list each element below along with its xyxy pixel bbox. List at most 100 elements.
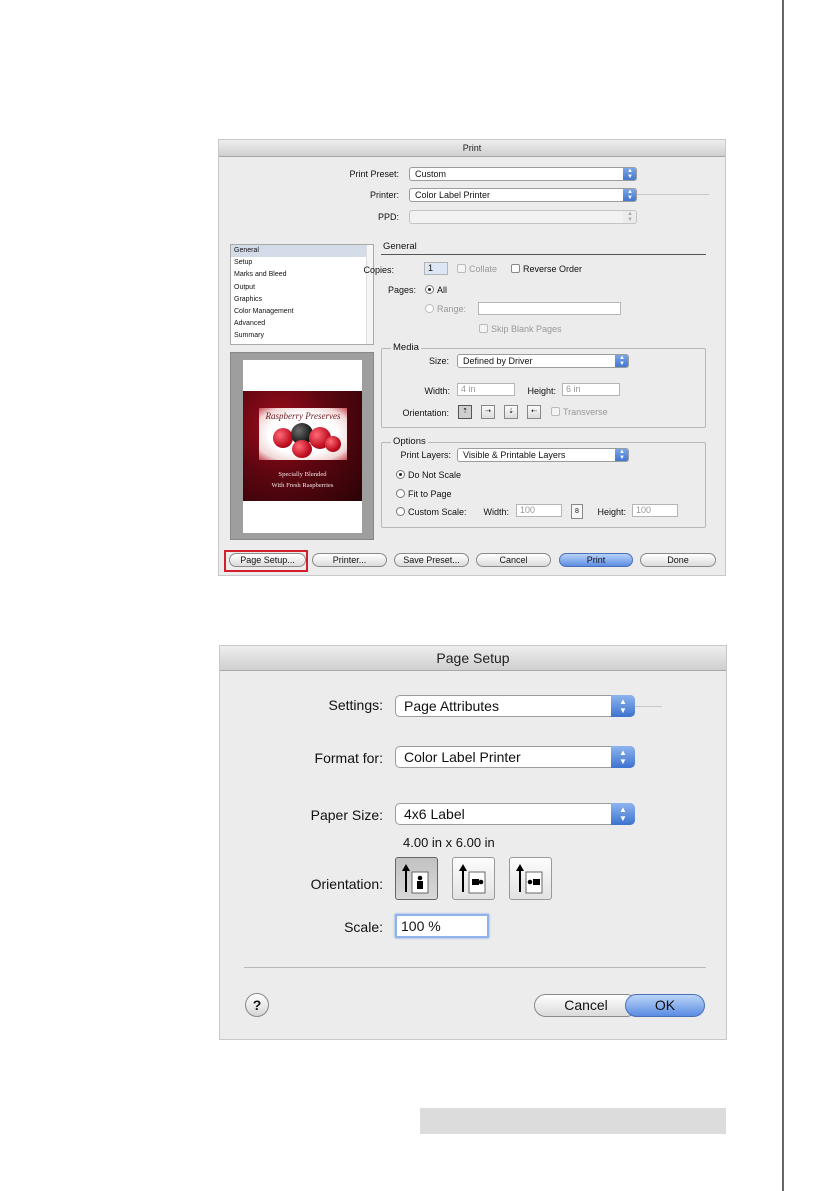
paper-size-popup[interactable]: 4x6 Label ▲ ▼ bbox=[395, 803, 635, 825]
scale-width-field[interactable]: 100 bbox=[516, 504, 562, 517]
print-dialog-title: Print bbox=[219, 140, 725, 157]
label-tagline-1: Specially Blended bbox=[278, 471, 327, 478]
options-section-title: Options bbox=[391, 436, 428, 447]
popup-arrows-icon: ▲ ▼ bbox=[623, 168, 636, 180]
pages-all-label: All bbox=[437, 285, 448, 295]
landscape-orientation-icon bbox=[459, 864, 486, 894]
copies-label: Copies: bbox=[363, 265, 394, 275]
settings-popup[interactable]: Page Attributes ▲ ▼ bbox=[395, 695, 635, 717]
popup-arrows-icon: ▲ ▼ bbox=[611, 746, 635, 768]
printer-popup[interactable]: Color Label Printer ▲ ▼ bbox=[409, 188, 637, 202]
print-preset-label: Print Preset: bbox=[349, 169, 399, 179]
media-width-field[interactable]: 4 in bbox=[457, 383, 515, 396]
print-layers-value: Visible & Printable Layers bbox=[463, 450, 566, 460]
print-preset-popup[interactable]: Custom ▲ ▼ bbox=[409, 167, 637, 181]
collate-checkbox[interactable]: Collate bbox=[457, 264, 497, 274]
media-orientation-label: Orientation: bbox=[402, 408, 449, 418]
settings-label: Settings: bbox=[328, 697, 383, 713]
help-button[interactable]: ? bbox=[245, 993, 269, 1017]
format-for-value: Color Label Printer bbox=[404, 749, 521, 765]
do-not-scale-radio[interactable]: Do Not Scale bbox=[396, 470, 461, 480]
printer-value: Color Label Printer bbox=[415, 190, 491, 200]
media-height-field[interactable]: 6 in bbox=[562, 383, 620, 396]
popup-arrows-icon: ▲ ▼ bbox=[623, 211, 636, 223]
label-script-text: Raspberry Preserves bbox=[265, 411, 341, 421]
landscape-orientation-button[interactable] bbox=[452, 857, 495, 900]
sidebar-item-graphics[interactable]: Graphics bbox=[231, 294, 373, 306]
pages-range-field[interactable] bbox=[478, 302, 621, 315]
print-layers-popup[interactable]: Visible & Printable Layers ▲ ▼ bbox=[457, 448, 629, 462]
radio-icon bbox=[425, 304, 434, 313]
reverse-landscape-orientation-icon[interactable]: ⇠ bbox=[527, 405, 541, 419]
portrait-orientation-icon bbox=[402, 864, 429, 894]
popup-arrows-icon: ▲ ▼ bbox=[623, 189, 636, 201]
printer-button[interactable]: Printer... bbox=[312, 553, 387, 567]
pages-all-radio[interactable]: All bbox=[425, 285, 447, 295]
sidebar-item-general[interactable]: General bbox=[231, 245, 373, 258]
cancel-button[interactable]: Cancel bbox=[476, 553, 551, 567]
ppd-popup[interactable]: ▲ ▼ bbox=[409, 210, 637, 224]
transverse-checkbox[interactable]: Transverse bbox=[551, 407, 608, 417]
portrait-orientation-button[interactable] bbox=[395, 857, 438, 900]
sidebar-item-color-management[interactable]: Color Management bbox=[231, 306, 373, 318]
pages-label: Pages: bbox=[387, 285, 416, 295]
page-setup-button[interactable]: Page Setup... bbox=[229, 553, 306, 567]
media-section-title: Media bbox=[391, 342, 421, 353]
scale-field[interactable]: 100 % bbox=[395, 914, 489, 938]
reverse-portrait-orientation-icon[interactable]: ⇣ bbox=[504, 405, 518, 419]
skip-blank-pages-checkbox[interactable]: Skip Blank Pages bbox=[479, 324, 562, 334]
settings-value: Page Attributes bbox=[404, 698, 499, 714]
scale-width-label: Width: bbox=[483, 507, 509, 517]
page-setup-dialog: Page Setup Settings: Page Attributes ▲ ▼ … bbox=[219, 645, 727, 1040]
printer-leader-line bbox=[637, 194, 709, 195]
save-preset-button[interactable]: Save Preset... bbox=[394, 553, 469, 567]
fit-to-page-radio[interactable]: Fit to Page bbox=[396, 489, 452, 499]
raspberry-image bbox=[325, 436, 341, 452]
custom-scale-label: Custom Scale: bbox=[408, 507, 467, 517]
radio-icon bbox=[396, 470, 405, 479]
landscape-orientation-icon[interactable]: ⇢ bbox=[481, 405, 495, 419]
portrait-orientation-icon[interactable]: ⇡ bbox=[458, 405, 472, 419]
cancel-button[interactable]: Cancel bbox=[534, 994, 638, 1017]
pages-range-radio[interactable]: Range: bbox=[425, 304, 466, 314]
format-for-label: Format for: bbox=[314, 750, 383, 766]
general-section-title: General bbox=[383, 241, 417, 252]
ok-button[interactable]: OK bbox=[625, 994, 705, 1017]
popup-arrows-icon: ▲ ▼ bbox=[611, 695, 635, 717]
radio-icon bbox=[425, 285, 434, 294]
binder-line bbox=[782, 0, 784, 1191]
pages-range-label: Range: bbox=[437, 304, 467, 314]
raspberry-image bbox=[273, 428, 293, 448]
scale-label: Scale: bbox=[344, 919, 383, 935]
checkbox-icon bbox=[511, 264, 520, 273]
scale-height-field[interactable]: 100 bbox=[632, 504, 678, 517]
custom-scale-radio[interactable]: Custom Scale: bbox=[396, 507, 467, 517]
scale-height-label: Height: bbox=[597, 507, 626, 517]
paper-dimensions: 4.00 in x 6.00 in bbox=[403, 835, 495, 850]
reverse-landscape-orientation-icon bbox=[516, 864, 543, 894]
paper-size-value: 4x6 Label bbox=[404, 806, 465, 822]
reverse-order-checkbox[interactable]: Reverse Order bbox=[511, 264, 582, 274]
sidebar-item-advanced[interactable]: Advanced bbox=[231, 318, 373, 330]
general-divider bbox=[381, 254, 706, 255]
format-for-popup[interactable]: Color Label Printer ▲ ▼ bbox=[395, 746, 635, 768]
popup-arrows-icon: ▲ ▼ bbox=[611, 803, 635, 825]
label-artwork: Raspberry Preserves Specially Blended Wi… bbox=[243, 391, 362, 501]
orientation-label: Orientation: bbox=[310, 876, 383, 892]
do-not-scale-label: Do Not Scale bbox=[408, 470, 462, 480]
done-button[interactable]: Done bbox=[640, 553, 716, 567]
print-dialog: Print Print Preset: Custom ▲ ▼ Printer: C… bbox=[218, 139, 726, 576]
page-setup-title: Page Setup bbox=[220, 646, 726, 671]
radio-icon bbox=[396, 489, 405, 498]
copies-field[interactable]: 1 bbox=[424, 262, 448, 275]
transverse-label: Transverse bbox=[563, 407, 608, 417]
media-size-popup[interactable]: Defined by Driver ▲ ▼ bbox=[457, 354, 629, 368]
print-button[interactable]: Print bbox=[559, 553, 633, 567]
popup-arrows-icon: ▲ ▼ bbox=[615, 449, 628, 461]
dialog-divider bbox=[244, 967, 706, 968]
print-preset-value: Custom bbox=[415, 169, 447, 179]
sidebar-item-summary[interactable]: Summary bbox=[231, 330, 373, 342]
media-size-value: Defined by Driver bbox=[463, 356, 533, 366]
skip-blank-pages-label: Skip Blank Pages bbox=[491, 324, 562, 334]
reverse-landscape-orientation-button[interactable] bbox=[509, 857, 552, 900]
